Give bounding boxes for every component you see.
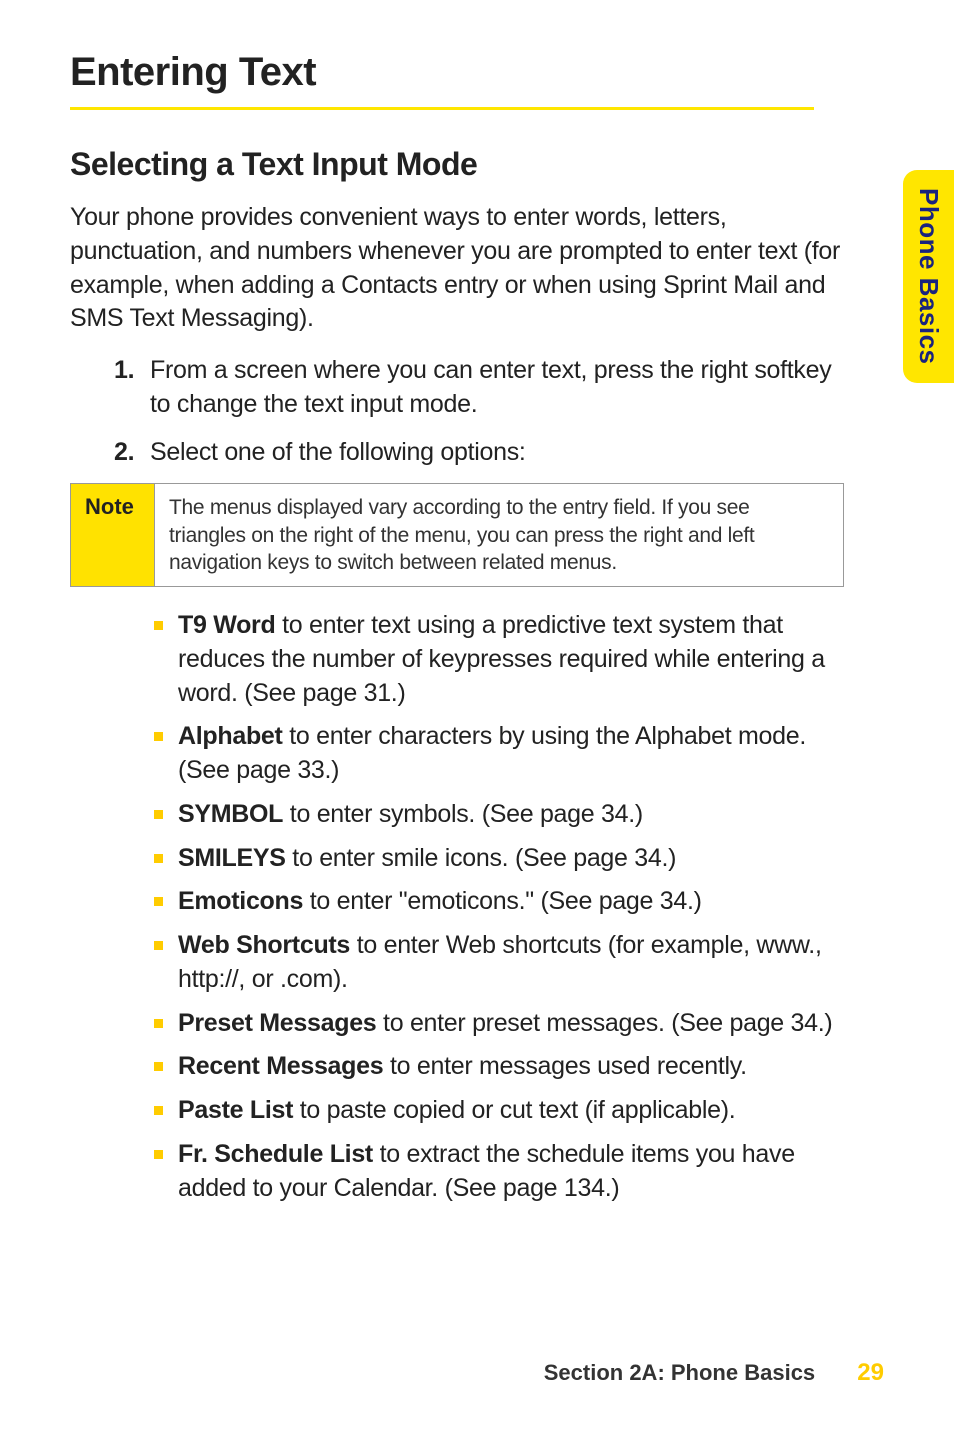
page-title: Entering Text xyxy=(70,50,814,110)
list-item: SYMBOL to enter symbols. (See page 34.) xyxy=(154,798,844,832)
side-tab: Phone Basics xyxy=(903,170,954,383)
intro-paragraph: Your phone provides convenient ways to e… xyxy=(70,201,844,336)
option-bold: SYMBOL xyxy=(178,800,283,828)
option-rest: to enter messages used recently. xyxy=(383,1052,746,1080)
option-rest: to enter preset messages. (See page 34.) xyxy=(376,1009,832,1037)
step-item: 1. From a screen where you can enter tex… xyxy=(114,354,844,422)
note-text: The menus displayed vary according to th… xyxy=(155,484,843,586)
option-bold: Fr. Schedule List xyxy=(178,1140,373,1168)
list-item: Emoticons to enter "emoticons." (See pag… xyxy=(154,885,844,919)
steps-list: 1. From a screen where you can enter tex… xyxy=(114,354,844,469)
footer-section: Section 2A: Phone Basics xyxy=(544,1360,815,1385)
option-rest: to enter smile icons. (See page 34.) xyxy=(286,844,677,872)
step-text: Select one of the following options: xyxy=(150,438,526,466)
options-list: T9 Word to enter text using a predictive… xyxy=(154,609,844,1205)
option-bold: Web Shortcuts xyxy=(178,931,350,959)
step-number: 2. xyxy=(114,436,134,470)
list-item: Preset Messages to enter preset messages… xyxy=(154,1007,844,1041)
option-rest: to enter symbols. (See page 34.) xyxy=(283,800,643,828)
step-item: 2. Select one of the following options: xyxy=(114,436,844,470)
list-item: Paste List to paste copied or cut text (… xyxy=(154,1094,844,1128)
step-text: From a screen where you can enter text, … xyxy=(150,356,831,418)
list-item: Fr. Schedule List to extract the schedul… xyxy=(154,1138,844,1206)
list-item: SMILEYS to enter smile icons. (See page … xyxy=(154,842,844,876)
option-rest: to paste copied or cut text (if applicab… xyxy=(293,1096,735,1124)
option-bold: SMILEYS xyxy=(178,844,286,872)
page-footer: Section 2A: Phone Basics 29 xyxy=(544,1359,884,1387)
option-bold: Emoticons xyxy=(178,887,303,915)
option-bold: Recent Messages xyxy=(178,1052,383,1080)
list-item: Web Shortcuts to enter Web shortcuts (fo… xyxy=(154,929,844,997)
option-bold: Alphabet xyxy=(178,722,283,750)
option-rest: to enter text using a predictive text sy… xyxy=(178,611,825,707)
section-title: Selecting a Text Input Mode xyxy=(70,146,884,183)
list-item: T9 Word to enter text using a predictive… xyxy=(154,609,844,710)
list-item: Recent Messages to enter messages used r… xyxy=(154,1050,844,1084)
footer-page-number: 29 xyxy=(857,1359,884,1386)
list-item: Alphabet to enter characters by using th… xyxy=(154,720,844,788)
option-bold: Preset Messages xyxy=(178,1009,376,1037)
option-bold: T9 Word xyxy=(178,611,275,639)
note-box: Note The menus displayed vary according … xyxy=(70,483,844,587)
step-number: 1. xyxy=(114,354,134,388)
option-bold: Paste List xyxy=(178,1096,293,1124)
option-rest: to enter "emoticons." (See page 34.) xyxy=(303,887,702,915)
note-label: Note xyxy=(71,484,155,586)
